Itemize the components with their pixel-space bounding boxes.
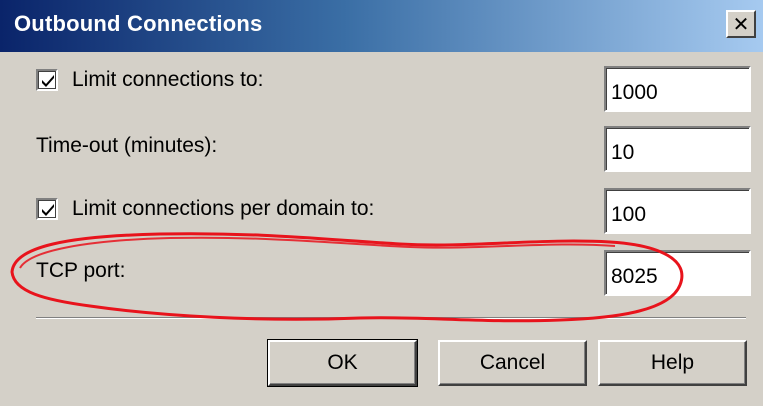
close-icon: ✕ bbox=[732, 13, 750, 36]
timeout-label: Time-out (minutes): bbox=[36, 134, 218, 157]
tcp-port-input[interactable] bbox=[604, 250, 751, 296]
limit-connections-input[interactable] bbox=[604, 66, 751, 112]
ok-button[interactable]: OK bbox=[267, 339, 418, 387]
close-button[interactable]: ✕ bbox=[726, 10, 756, 38]
limit-per-domain-checkbox[interactable] bbox=[36, 198, 58, 220]
tcp-port-label: TCP port: bbox=[36, 259, 126, 282]
timeout-input[interactable] bbox=[604, 126, 751, 172]
title-bar: Outbound Connections ✕ bbox=[0, 0, 763, 52]
checkmark-icon bbox=[42, 75, 54, 87]
limit-connections-checkbox[interactable] bbox=[36, 69, 58, 91]
limit-per-domain-label: Limit connections per domain to: bbox=[72, 197, 375, 220]
checkmark-icon bbox=[42, 204, 54, 216]
outbound-connections-dialog: Outbound Connections ✕ Limit connections… bbox=[0, 0, 763, 406]
separator bbox=[36, 317, 746, 319]
dialog-title: Outbound Connections bbox=[14, 11, 263, 36]
limit-connections-label: Limit connections to: bbox=[72, 68, 264, 91]
help-button[interactable]: Help bbox=[598, 340, 747, 386]
limit-per-domain-input[interactable] bbox=[604, 188, 751, 234]
cancel-button[interactable]: Cancel bbox=[438, 340, 587, 386]
